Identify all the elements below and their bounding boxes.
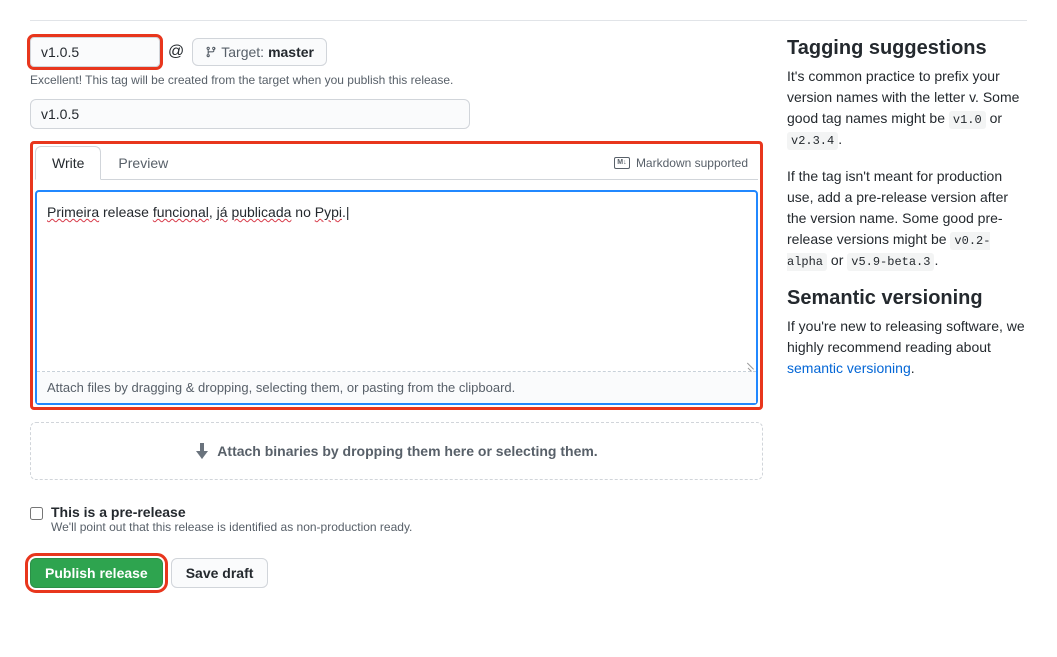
binary-dropzone[interactable]: Attach binaries by dropping them here or… — [30, 422, 763, 480]
tag-hint: Excellent! This tag will be created from… — [30, 73, 763, 87]
at-sign: @ — [168, 43, 184, 61]
release-title-input[interactable] — [30, 99, 470, 129]
branch-icon — [205, 45, 217, 59]
tagging-paragraph-1: It's common practice to prefix your vers… — [787, 66, 1027, 150]
tagging-suggestions-heading: Tagging suggestions — [787, 37, 1027, 60]
description-content[interactable]: Primeira release funcional, já publicada… — [37, 192, 756, 372]
semantic-versioning-link[interactable]: semantic versioning — [787, 360, 911, 376]
semver-paragraph: If you're new to releasing software, we … — [787, 316, 1027, 379]
markdown-icon: M↓ — [614, 157, 630, 169]
arrow-down-icon — [195, 443, 209, 459]
prerelease-checkbox[interactable] — [30, 507, 43, 520]
save-draft-button[interactable]: Save draft — [171, 558, 269, 588]
attach-files-hint[interactable]: Attach files by dragging & dropping, sel… — [37, 372, 756, 403]
editor-container: Write Preview M↓ Markdown supported Prim… — [30, 141, 763, 410]
tagging-paragraph-2: If the tag isn't meant for production us… — [787, 166, 1027, 271]
target-branch-name: master — [268, 44, 314, 60]
resize-handle[interactable] — [744, 359, 754, 369]
tab-write[interactable]: Write — [35, 146, 101, 180]
prerelease-description: We'll point out that this release is ide… — [51, 520, 412, 534]
tab-preview[interactable]: Preview — [101, 146, 185, 179]
markdown-supported-link[interactable]: M↓ Markdown supported — [614, 156, 758, 170]
publish-release-button[interactable]: Publish release — [30, 558, 163, 588]
target-label: Target: — [221, 44, 264, 60]
semantic-versioning-heading: Semantic versioning — [787, 287, 1027, 310]
tag-input[interactable] — [30, 37, 160, 67]
prerelease-label: This is a pre-release — [51, 504, 412, 520]
target-branch-button[interactable]: Target: master — [192, 38, 327, 66]
description-textarea[interactable]: Primeira release funcional, já publicada… — [35, 190, 758, 405]
